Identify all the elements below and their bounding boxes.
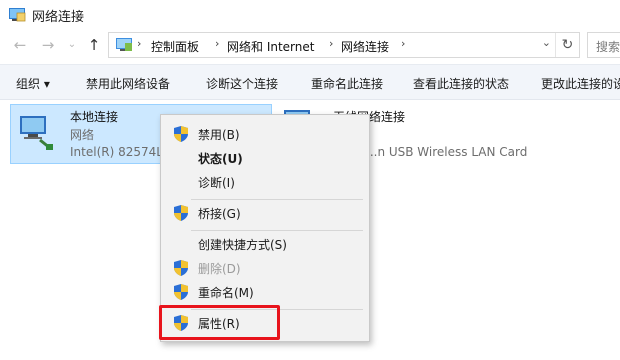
breadcrumb-separator: › bbox=[137, 37, 142, 50]
change-settings-button[interactable]: 更改此连接的设置 bbox=[541, 75, 620, 92]
menu-item-diagnose[interactable]: 诊断(I) bbox=[161, 170, 369, 194]
menu-item-bridge[interactable]: 桥接(G) bbox=[161, 201, 369, 225]
breadcrumb-control-panel[interactable]: 控制面板 bbox=[151, 38, 199, 55]
shield-icon bbox=[174, 284, 188, 300]
connection-device: Intel(R) 82574L bbox=[70, 145, 163, 159]
menu-item-rename[interactable]: 重命名(M) bbox=[161, 280, 369, 304]
network-folder-icon bbox=[9, 8, 26, 22]
breadcrumb-separator: › bbox=[215, 37, 220, 50]
command-bar: 组织 ▾ 禁用此网络设备 诊断这个连接 重命名此连接 查看此连接的状态 更改此连… bbox=[0, 64, 620, 100]
rename-button[interactable]: 重命名此连接 bbox=[311, 75, 383, 92]
search-input[interactable]: 搜索 bbox=[587, 32, 620, 58]
back-arrow-icon[interactable]: ← bbox=[10, 34, 30, 56]
menu-item-delete: 删除(D) bbox=[161, 256, 369, 280]
breadcrumb-network-internet[interactable]: 网络和 Internet bbox=[227, 38, 314, 55]
organize-button[interactable]: 组织 ▾ bbox=[16, 75, 50, 92]
shield-icon bbox=[174, 126, 188, 142]
refresh-icon[interactable]: ↻ bbox=[555, 33, 579, 57]
disable-device-button[interactable]: 禁用此网络设备 bbox=[86, 75, 170, 92]
menu-item-status[interactable]: 状态(U) bbox=[161, 146, 369, 170]
view-status-button[interactable]: 查看此连接的状态 bbox=[413, 75, 509, 92]
address-bar[interactable]: › 控制面板 › 网络和 Internet › 网络连接 › ⌄ ↻ bbox=[108, 32, 580, 58]
shield-icon bbox=[174, 205, 188, 221]
menu-item-label: 诊断(I) bbox=[198, 176, 235, 190]
control-panel-icon bbox=[116, 38, 132, 51]
title-bar: 网络连接 bbox=[0, 0, 620, 28]
menu-item-disable[interactable]: 禁用(B) bbox=[161, 122, 369, 146]
menu-item-label: 桥接(G) bbox=[198, 207, 241, 221]
menu-item-label: 创建快捷方式(S) bbox=[198, 238, 287, 252]
highlight-box bbox=[159, 305, 280, 340]
menu-item-label: 禁用(B) bbox=[198, 128, 240, 142]
breadcrumb-network-connections[interactable]: 网络连接 bbox=[341, 38, 389, 55]
address-dropdown-icon[interactable]: ⌄ bbox=[542, 36, 551, 49]
up-arrow-icon[interactable]: ↑ bbox=[84, 34, 104, 56]
window-title: 网络连接 bbox=[32, 10, 85, 25]
menu-item-create-shortcut[interactable]: 创建快捷方式(S) bbox=[161, 232, 369, 256]
diagnose-button[interactable]: 诊断这个连接 bbox=[206, 75, 278, 92]
connection-status: 网络 bbox=[70, 128, 95, 142]
breadcrumb-separator: › bbox=[329, 37, 334, 50]
menu-item-label: 状态(U) bbox=[198, 152, 243, 166]
connection-name: 本地连接 bbox=[70, 110, 119, 124]
connection-device: ...n USB Wireless LAN Card bbox=[366, 145, 528, 159]
forward-arrow-icon[interactable]: → bbox=[38, 34, 58, 56]
ethernet-icon bbox=[20, 116, 53, 150]
menu-separator bbox=[191, 199, 363, 200]
breadcrumb-separator: › bbox=[401, 37, 406, 50]
address-row: ← → ⌄ ↑ › 控制面板 › 网络和 Internet › 网络连接 › ⌄… bbox=[0, 30, 620, 60]
shield-icon bbox=[174, 260, 188, 276]
chevron-down-icon[interactable]: ⌄ bbox=[62, 34, 82, 56]
menu-separator bbox=[191, 230, 363, 231]
menu-item-label: 删除(D) bbox=[198, 262, 241, 276]
menu-item-label: 重命名(M) bbox=[198, 286, 254, 300]
